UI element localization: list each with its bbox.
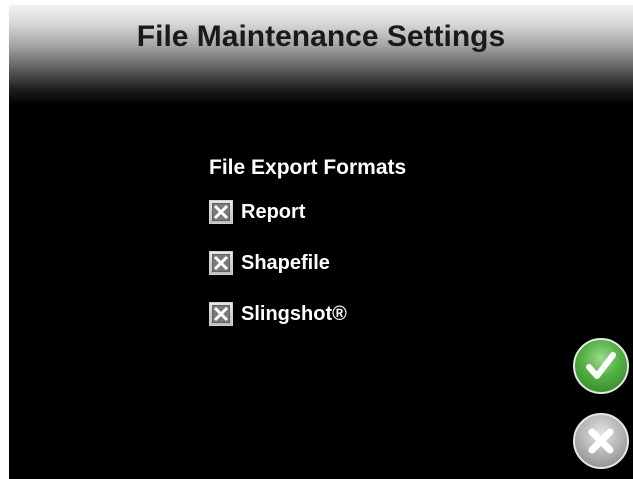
confirm-button[interactable] (573, 338, 629, 394)
cancel-button[interactable] (573, 413, 629, 469)
slingshot-checkbox[interactable] (209, 302, 233, 326)
option-label-slingshot: Slingshot® (241, 302, 347, 325)
option-label-report: Report (241, 200, 306, 223)
settings-screen: File Maintenance Settings File Export Fo… (9, 5, 633, 479)
x-icon (588, 428, 614, 454)
report-checkbox[interactable] (209, 200, 233, 224)
option-label-shapefile: Shapefile (241, 251, 330, 274)
checkbox-x-icon (212, 305, 230, 323)
option-shapefile[interactable]: Shapefile (209, 250, 406, 276)
checkbox-x-icon (212, 203, 230, 221)
page-title: File Maintenance Settings (136, 20, 506, 53)
shapefile-checkbox[interactable] (209, 251, 233, 275)
title-bar: File Maintenance Settings (9, 5, 633, 105)
checkbox-x-icon (212, 254, 230, 272)
option-slingshot[interactable]: Slingshot® (209, 301, 406, 327)
export-formats-heading: File Export Formats (209, 156, 407, 179)
export-formats-section: File Export Formats Report Shapefile Sli… (209, 155, 406, 352)
option-report[interactable]: Report (209, 199, 406, 225)
checkmark-icon (586, 352, 616, 379)
